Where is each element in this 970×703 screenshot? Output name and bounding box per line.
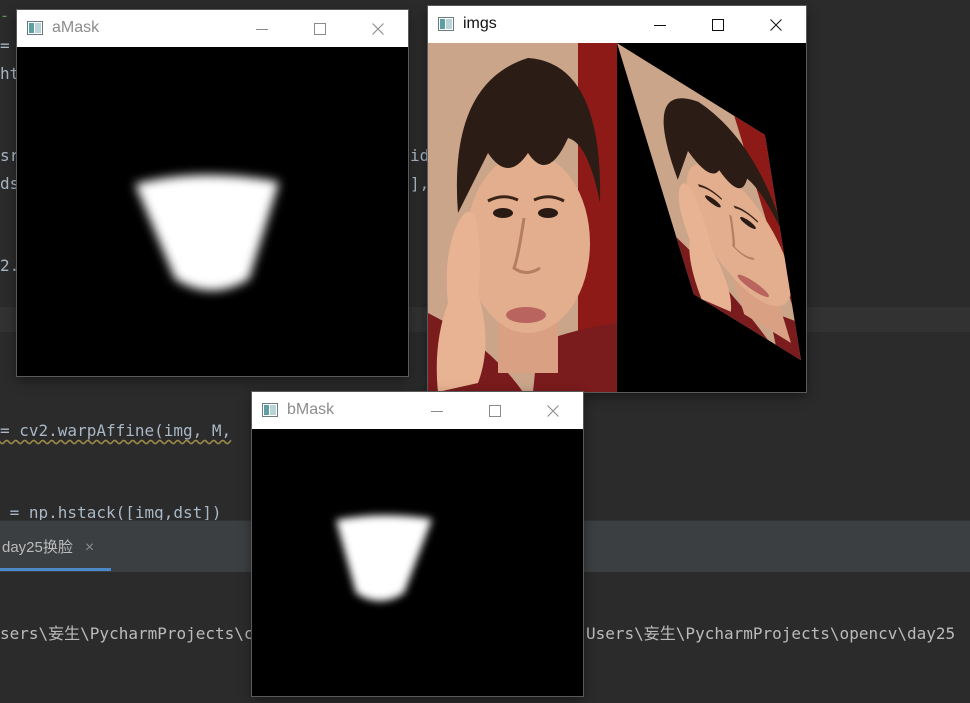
code-line-4-tail: id — [410, 146, 430, 165]
window-titlebar[interactable]: aMask — [17, 10, 408, 47]
minimize-button[interactable] — [631, 6, 689, 43]
hstack-image — [428, 43, 806, 392]
minimize-icon — [654, 24, 666, 26]
opencv-window-icon — [27, 21, 43, 35]
mask-image-a — [17, 47, 408, 376]
close-button[interactable] — [747, 6, 805, 43]
window-titlebar[interactable]: bMask — [252, 392, 583, 429]
run-tab-label: day25换脸 — [2, 539, 73, 556]
window-title: bMask — [287, 401, 335, 418]
original-photo — [428, 43, 617, 392]
minimize-button[interactable] — [233, 10, 291, 47]
maximize-icon — [489, 404, 501, 417]
window-titlebar[interactable]: imgs — [428, 6, 806, 43]
minimize-icon — [256, 28, 268, 30]
code-line-1: - — [0, 6, 10, 25]
opencv-window-icon — [438, 17, 454, 31]
mask-image-b — [252, 429, 583, 696]
maximize-button[interactable] — [689, 6, 747, 43]
maximize-button[interactable] — [466, 392, 524, 429]
hstack-photos — [428, 43, 806, 392]
close-icon — [547, 404, 559, 417]
code-line-5-tail: ], — [410, 174, 430, 193]
maximize-icon — [314, 22, 326, 35]
close-button[interactable] — [349, 10, 407, 47]
console-text-left: sers\妄生\PycharmProjects\c — [0, 624, 254, 643]
minimize-button[interactable] — [408, 392, 466, 429]
code-line-warpaffine: = cv2.warpAffine(img, M, — [0, 421, 232, 440]
window-title: aMask — [52, 19, 100, 36]
close-icon — [372, 22, 384, 35]
tab-close-icon[interactable]: × — [85, 539, 94, 556]
opencv-window-icon — [262, 403, 278, 417]
console-text-right: Users\妄生\PycharmProjects\opencv\day25 — [586, 624, 956, 643]
window-amask[interactable]: aMask — [17, 10, 408, 376]
maximize-icon — [712, 18, 724, 31]
mask-shape-b — [336, 515, 432, 601]
maximize-button[interactable] — [291, 10, 349, 47]
active-tab-indicator — [0, 568, 111, 571]
mask-shape-a — [135, 174, 279, 291]
window-imgs[interactable]: imgs — [428, 6, 806, 392]
tab-run-day25[interactable]: day25换脸 × — [0, 527, 111, 571]
close-icon — [770, 18, 782, 31]
minimize-icon — [431, 410, 443, 412]
window-title: imgs — [463, 15, 497, 32]
window-bmask[interactable]: bMask — [252, 392, 583, 696]
close-button[interactable] — [524, 392, 582, 429]
